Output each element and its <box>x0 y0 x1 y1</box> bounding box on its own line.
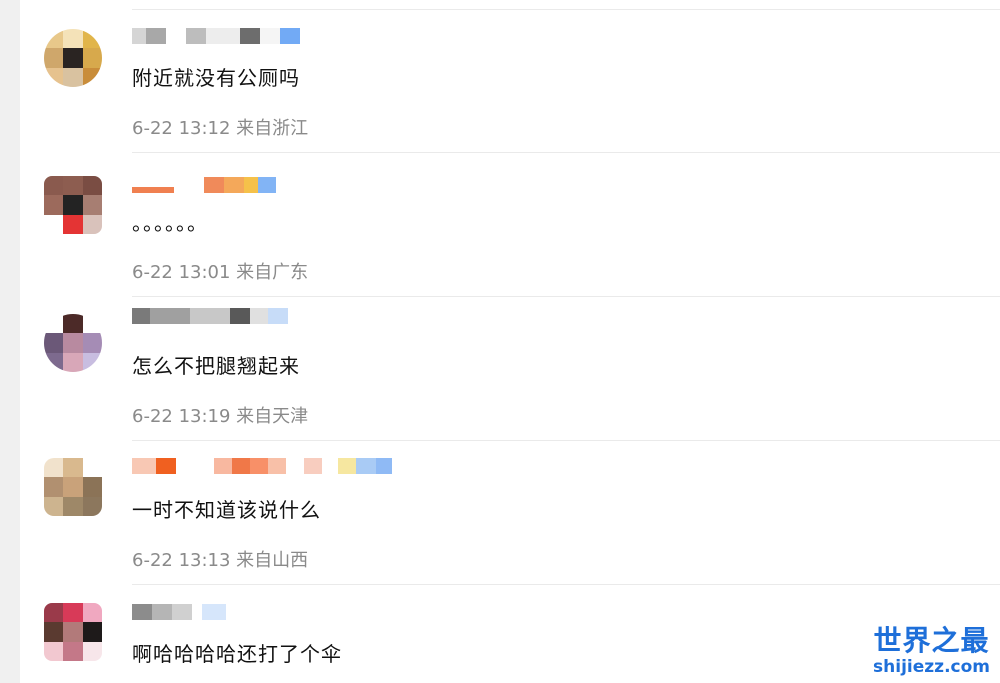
comment-meta: 6-22 13:01 来自广东 <box>132 262 309 283</box>
comment-text: 啊哈哈哈哈还打了个伞 <box>132 642 342 666</box>
divider <box>132 9 1000 10</box>
username-masked[interactable] <box>132 308 288 328</box>
username-masked[interactable] <box>132 177 276 197</box>
comment-text: 附近就没有公厕吗 <box>132 66 300 90</box>
comment-text: 一时不知道该说什么 <box>132 498 321 522</box>
username-masked[interactable] <box>132 28 300 48</box>
divider <box>132 440 1000 441</box>
watermark-domain: shijiezz.com <box>873 657 990 677</box>
comment-text: 怎么不把腿翘起来 <box>132 354 300 378</box>
comment-text: 。。。。。。 <box>132 211 208 235</box>
avatar[interactable] <box>44 29 102 87</box>
avatar[interactable] <box>44 176 102 234</box>
divider <box>132 296 1000 297</box>
comment-meta: 6-22 13:19 来自天津 <box>132 406 309 427</box>
watermark-title: 世界之最 <box>873 624 990 657</box>
watermark-logo: 世界之最 shijiezz.com <box>873 619 990 677</box>
username-masked[interactable] <box>132 604 226 624</box>
avatar[interactable] <box>44 458 102 516</box>
left-sidebar-strip <box>0 0 20 683</box>
comment-meta: 6-22 13:13 来自山西 <box>132 550 309 571</box>
username-masked[interactable] <box>132 458 392 478</box>
avatar[interactable] <box>44 314 102 372</box>
comment-meta: 6-22 13:12 来自浙江 <box>132 118 309 139</box>
avatar[interactable] <box>44 603 102 661</box>
divider <box>132 584 1000 585</box>
divider <box>132 152 1000 153</box>
